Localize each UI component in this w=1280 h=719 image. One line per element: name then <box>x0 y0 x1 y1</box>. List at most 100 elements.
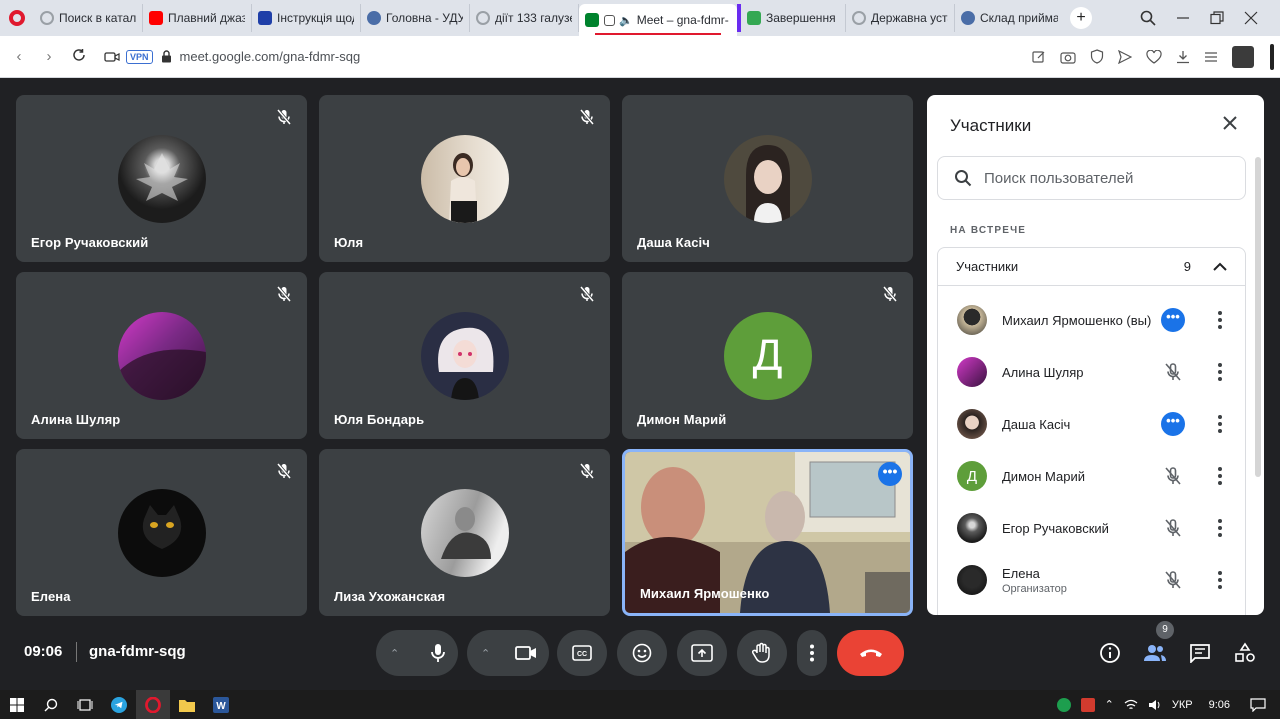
easy-setup-icon[interactable] <box>1204 51 1218 63</box>
telegram-icon[interactable] <box>102 690 136 719</box>
url-field[interactable]: meet.google.com/gna-fdmr-sqg <box>180 49 361 64</box>
restore-icon[interactable] <box>1210 11 1224 25</box>
more-options-icon[interactable]: ••• <box>878 462 902 486</box>
participant-tile[interactable]: Юля <box>319 95 610 262</box>
browser-tab-bar: Поиск в каталог Плавний джаз у Інструкці… <box>0 0 1280 36</box>
opera-taskbar-icon[interactable] <box>136 690 170 719</box>
chevron-up-icon[interactable]: ⌃ <box>390 647 399 660</box>
browser-tab-8[interactable]: Склад приймал <box>955 4 1064 32</box>
browser-tab-3[interactable]: Головна - УДУН <box>361 4 470 32</box>
chevron-up-icon[interactable] <box>1213 262 1227 271</box>
microphone-control[interactable]: ⌃ <box>376 630 458 676</box>
keyboard-language[interactable]: УКР <box>1172 699 1193 711</box>
more-vert-icon[interactable] <box>1217 361 1223 383</box>
more-vert-icon[interactable] <box>1217 517 1223 539</box>
file-explorer-icon[interactable] <box>170 690 204 719</box>
participant-avatar <box>117 489 206 577</box>
more-vert-icon[interactable] <box>1217 569 1223 591</box>
sidebar-scroll-indicator <box>1270 44 1274 70</box>
browser-tab-0[interactable]: Поиск в каталог <box>34 4 143 32</box>
task-view-icon[interactable] <box>68 690 102 719</box>
word-icon[interactable]: W <box>204 690 238 719</box>
tab-title: Інструкція щодо <box>277 11 354 25</box>
mic-off-icon <box>276 286 292 302</box>
participant-avatar <box>957 357 987 387</box>
captions-button[interactable]: CC <box>557 630 607 676</box>
wifi-icon[interactable] <box>1124 699 1138 711</box>
self-video-tile[interactable]: ••• Михаил Ярмошенко <box>622 449 913 616</box>
lock-icon[interactable] <box>161 50 172 63</box>
participant-tile[interactable]: Алина Шуляр <box>16 272 307 439</box>
send-icon[interactable] <box>1118 49 1132 64</box>
speaker-icon[interactable]: 🔈 <box>619 14 633 27</box>
leave-call-button[interactable] <box>837 630 904 676</box>
participant-tile[interactable]: Егор Ручаковский <box>16 95 307 262</box>
chat-button[interactable] <box>1187 640 1213 666</box>
browser-tab-7[interactable]: Державна устан <box>846 4 955 32</box>
kaspersky-icon[interactable] <box>1056 697 1071 712</box>
download-icon[interactable] <box>1176 50 1190 64</box>
site-favicon-icon <box>367 11 381 25</box>
more-options-button[interactable] <box>797 630 827 676</box>
back-arrow-icon[interactable]: ‹ <box>4 48 34 65</box>
videocam-icon[interactable] <box>515 645 537 661</box>
panel-scrollbar[interactable] <box>1255 157 1261 477</box>
browser-tab-4[interactable]: діїт 133 галузев <box>470 4 579 32</box>
more-vert-icon[interactable] <box>1217 465 1223 487</box>
participant-tile[interactable]: Лиза Ухожанская <box>319 449 610 616</box>
close-icon[interactable] <box>1218 113 1242 137</box>
new-tab-button[interactable]: + <box>1070 7 1092 29</box>
windows-start-icon[interactable] <box>0 690 34 719</box>
reload-icon[interactable] <box>64 48 94 66</box>
camera-control[interactable]: ⌃ <box>467 630 549 676</box>
participant-row[interactable]: Елена Организатор <box>938 554 1245 606</box>
browser-tab-6[interactable]: Завершення пр <box>737 4 846 32</box>
mic-off-icon <box>1165 519 1181 537</box>
volume-icon[interactable] <box>1148 699 1162 711</box>
browser-tab-2[interactable]: Інструкція щодо <box>252 4 361 32</box>
notifications-icon[interactable] <box>1250 697 1266 712</box>
camera-access-icon[interactable] <box>104 51 120 63</box>
reactions-button[interactable] <box>617 630 667 676</box>
people-button[interactable] <box>1142 640 1168 666</box>
shapes-icon <box>1235 642 1255 662</box>
participant-tile[interactable]: Даша Касіч <box>622 95 913 262</box>
present-screen-button[interactable] <box>677 630 727 676</box>
participant-row[interactable]: Алина Шуляр <box>938 346 1245 398</box>
participant-row[interactable]: Михаил Ярмошенко (вы) ••• <box>938 294 1245 346</box>
picture-in-picture-icon[interactable] <box>604 14 615 26</box>
edit-icon[interactable] <box>1032 50 1046 64</box>
activities-button[interactable] <box>1232 640 1258 666</box>
close-window-icon[interactable] <box>1244 11 1258 25</box>
more-vert-icon[interactable] <box>1217 309 1223 331</box>
windows-taskbar: W ⌃ УКР 9:06 <box>0 690 1280 719</box>
browser-tab-meet-active[interactable]: 🔈 Meet – gna-fdmr- <box>579 4 737 36</box>
participant-row[interactable]: Егор Ручаковский <box>938 502 1245 554</box>
forward-arrow-icon[interactable]: › <box>34 48 64 65</box>
microphone-icon[interactable] <box>430 643 446 663</box>
participant-tile[interactable]: Юля Бондарь <box>319 272 610 439</box>
participant-tile[interactable]: Д Димон Марий <box>622 272 913 439</box>
app-tray-icon[interactable] <box>1080 697 1095 712</box>
participant-row[interactable]: Д Димон Марий <box>938 450 1245 502</box>
taskbar-search-icon[interactable] <box>34 690 68 719</box>
browser-tab-1[interactable]: Плавний джаз у <box>143 4 252 32</box>
minimize-icon[interactable] <box>1176 11 1190 25</box>
more-vert-icon[interactable] <box>1217 413 1223 435</box>
chevron-up-icon[interactable]: ⌃ <box>1105 698 1114 711</box>
search-tabs-icon[interactable] <box>1140 10 1156 26</box>
heart-icon[interactable] <box>1146 49 1162 64</box>
profile-avatar[interactable] <box>1232 45 1254 68</box>
vpn-badge[interactable]: VPN <box>126 49 153 64</box>
shield-icon[interactable] <box>1090 49 1104 64</box>
opera-logo-icon[interactable] <box>0 0 34 36</box>
participants-group-header[interactable]: Участники 9 <box>938 248 1245 286</box>
participant-tile[interactable]: Елена <box>16 449 307 616</box>
participant-row[interactable]: Даша Касіч ••• <box>938 398 1245 450</box>
search-input[interactable]: Поиск пользователей <box>937 156 1246 200</box>
snapshot-camera-icon[interactable] <box>1060 50 1076 64</box>
meeting-details-button[interactable] <box>1097 640 1123 666</box>
raise-hand-button[interactable] <box>737 630 787 676</box>
chevron-up-icon[interactable]: ⌃ <box>481 647 490 660</box>
taskbar-clock[interactable]: 9:06 <box>1209 699 1230 711</box>
